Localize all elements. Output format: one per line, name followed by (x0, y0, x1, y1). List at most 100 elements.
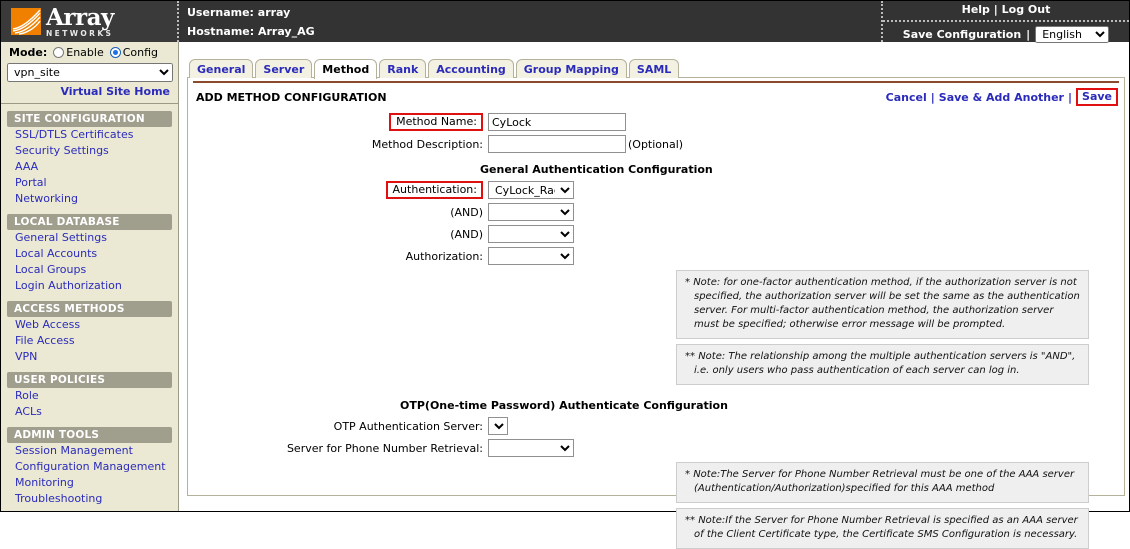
main-content: General Server Method Rank Accounting Gr… (187, 59, 1125, 497)
authorization-select[interactable] (488, 247, 574, 265)
sidebar-item-security-settings[interactable]: Security Settings (7, 143, 172, 159)
otp-authentication-server-label: OTP Authentication Server: (188, 420, 488, 433)
tab-saml[interactable]: SAML (629, 59, 679, 78)
virtual-site-selector-wrap: vpn_site (1, 61, 178, 82)
mode-label: Mode: (9, 46, 47, 59)
save-and-add-another-button[interactable]: Save & Add Another (939, 91, 1064, 104)
cancel-button[interactable]: Cancel (886, 91, 927, 104)
field-row-method-description: Method Description: (Optional) (188, 135, 1124, 153)
sidebar-item-file-access[interactable]: File Access (7, 333, 172, 349)
brand-logo: Array NETWORKS (1, 1, 179, 42)
method-name-input[interactable] (488, 113, 626, 131)
nav-group-header-site-configuration: SITE CONFIGURATION (7, 111, 172, 127)
mode-config-label: Config (123, 46, 158, 59)
help-link[interactable]: Help (962, 3, 990, 16)
tab-server[interactable]: Server (255, 59, 312, 78)
tab-rank[interactable]: Rank (379, 59, 426, 78)
otp-authentication-server-select[interactable] (488, 417, 508, 435)
username-text: Username: array (187, 6, 881, 19)
authentication-and-select-2[interactable] (488, 225, 574, 243)
sidebar-item-login-authorization[interactable]: Login Authorization (7, 278, 172, 294)
sidebar-item-portal[interactable]: Portal (7, 175, 172, 191)
field-row-method-name: Method Name: (188, 113, 1124, 131)
field-row-authorization: Authorization: (188, 247, 1124, 265)
note-otp-2-text: Note:If the Server for Phone Number Retr… (694, 515, 1078, 540)
help-logout-row: Help | Log Out (883, 1, 1129, 22)
logo-subwordmark: NETWORKS (46, 30, 114, 38)
sidebar-item-configuration-management[interactable]: Configuration Management (7, 459, 172, 475)
hostname-text: Hostname: Array_AG (187, 25, 881, 38)
sidebar-item-monitoring[interactable]: Monitoring (7, 475, 172, 491)
field-row-otp-auth-server: OTP Authentication Server: (188, 417, 1124, 435)
array-networks-logo-icon (11, 8, 41, 35)
tab-general[interactable]: General (189, 59, 253, 78)
authentication-select[interactable]: CyLock_Radius (488, 181, 574, 199)
panel-action-links: Cancel | Save & Add Another | Save (886, 88, 1118, 106)
note-marker-4: ** (685, 515, 695, 526)
note-otp-1-text: Note:The Server for Phone Number Retriev… (693, 469, 1074, 494)
logo-wordmark: Array (46, 6, 114, 29)
nav-group-header-access-methods: ACCESS METHODS (7, 301, 172, 317)
application-window: Array NETWORKS Username: array Hostname:… (0, 0, 1130, 512)
tab-bar: General Server Method Rank Accounting Gr… (187, 59, 1125, 78)
radio-config-icon[interactable] (110, 47, 121, 58)
save-configuration-link[interactable]: Save Configuration (903, 28, 1021, 41)
tab-group-mapping[interactable]: Group Mapping (516, 59, 627, 78)
mode-enable-label: Enable (66, 46, 103, 59)
header-divider-1: | (994, 3, 998, 16)
save-button[interactable]: Save (1082, 90, 1112, 103)
sidebar-item-role[interactable]: Role (7, 388, 172, 404)
general-authentication-section-title: General Authentication Configuration (188, 157, 1124, 181)
save-button-highlight[interactable]: Save (1076, 88, 1118, 106)
sidebar-item-local-accounts[interactable]: Local Accounts (7, 246, 172, 262)
mode-radio-enable[interactable]: Enable (53, 46, 103, 59)
sidebar-nav: SITE CONFIGURATION SSL/DTLS Certificates… (1, 111, 178, 507)
tab-accounting[interactable]: Accounting (428, 59, 514, 78)
authentication-label: Authentication: (386, 181, 483, 199)
language-select[interactable]: English (1035, 26, 1109, 43)
header-divider-2: | (1026, 28, 1030, 41)
sidebar-item-acls[interactable]: ACLs (7, 404, 172, 420)
field-row-and-2: (AND) (188, 225, 1124, 243)
mode-radio-config[interactable]: Config (110, 46, 158, 59)
and-label-2: (AND) (188, 228, 488, 241)
note-authentication-2: ** Note: The relationship among the mult… (676, 344, 1089, 385)
note-marker-1: * (685, 277, 690, 288)
authorization-label: Authorization: (188, 250, 488, 263)
session-info: Username: array Hostname: Array_AG (179, 1, 881, 42)
header-actions: Help | Log Out Save Configuration | Engl… (881, 1, 1129, 42)
tab-method[interactable]: Method (314, 59, 377, 79)
action-separator-2: | (1068, 91, 1072, 104)
optional-hint: (Optional) (628, 138, 683, 151)
nav-group-header-admin-tools: ADMIN TOOLS (7, 427, 172, 443)
nav-group-header-user-policies: USER POLICIES (7, 372, 172, 388)
virtual-site-select[interactable]: vpn_site (7, 63, 173, 82)
and-label-1: (AND) (188, 206, 488, 219)
logout-link[interactable]: Log Out (1002, 3, 1051, 16)
method-description-label: Method Description: (188, 138, 488, 151)
virtual-site-home-link[interactable]: Virtual Site Home (60, 85, 170, 98)
sidebar: Mode: Enable Config vpn_site Virtual Sit… (1, 42, 179, 511)
sidebar-item-networking[interactable]: Networking (7, 191, 172, 207)
panel-header: ADD METHOD CONFIGURATION Cancel | Save &… (188, 83, 1124, 109)
authentication-and-select-1[interactable] (488, 203, 574, 221)
sidebar-item-ssl-dtls-certificates[interactable]: SSL/DTLS Certificates (7, 127, 172, 143)
save-config-row: Save Configuration | English (883, 22, 1129, 43)
nav-group-header-local-database: LOCAL DATABASE (7, 214, 172, 230)
method-description-input[interactable] (488, 135, 626, 153)
field-row-and-1: (AND) (188, 203, 1124, 221)
note-otp-2: ** Note:If the Server for Phone Number R… (676, 508, 1089, 549)
field-row-authentication: Authentication: CyLock_Radius (188, 181, 1124, 199)
page-title: ADD METHOD CONFIGURATION (196, 91, 387, 104)
sidebar-item-troubleshooting[interactable]: Troubleshooting (7, 491, 172, 507)
sidebar-item-aaa[interactable]: AAA (7, 159, 172, 175)
sidebar-item-session-management[interactable]: Session Management (7, 443, 172, 459)
phone-number-retrieval-select[interactable] (488, 439, 574, 457)
sidebar-item-vpn[interactable]: VPN (7, 349, 172, 365)
radio-enable-icon[interactable] (53, 47, 64, 58)
note-otp-1: * Note:The Server for Phone Number Retri… (676, 462, 1089, 503)
virtual-site-home-row: Virtual Site Home (1, 82, 178, 103)
sidebar-item-web-access[interactable]: Web Access (7, 317, 172, 333)
sidebar-item-local-groups[interactable]: Local Groups (7, 262, 172, 278)
sidebar-item-general-settings[interactable]: General Settings (7, 230, 172, 246)
